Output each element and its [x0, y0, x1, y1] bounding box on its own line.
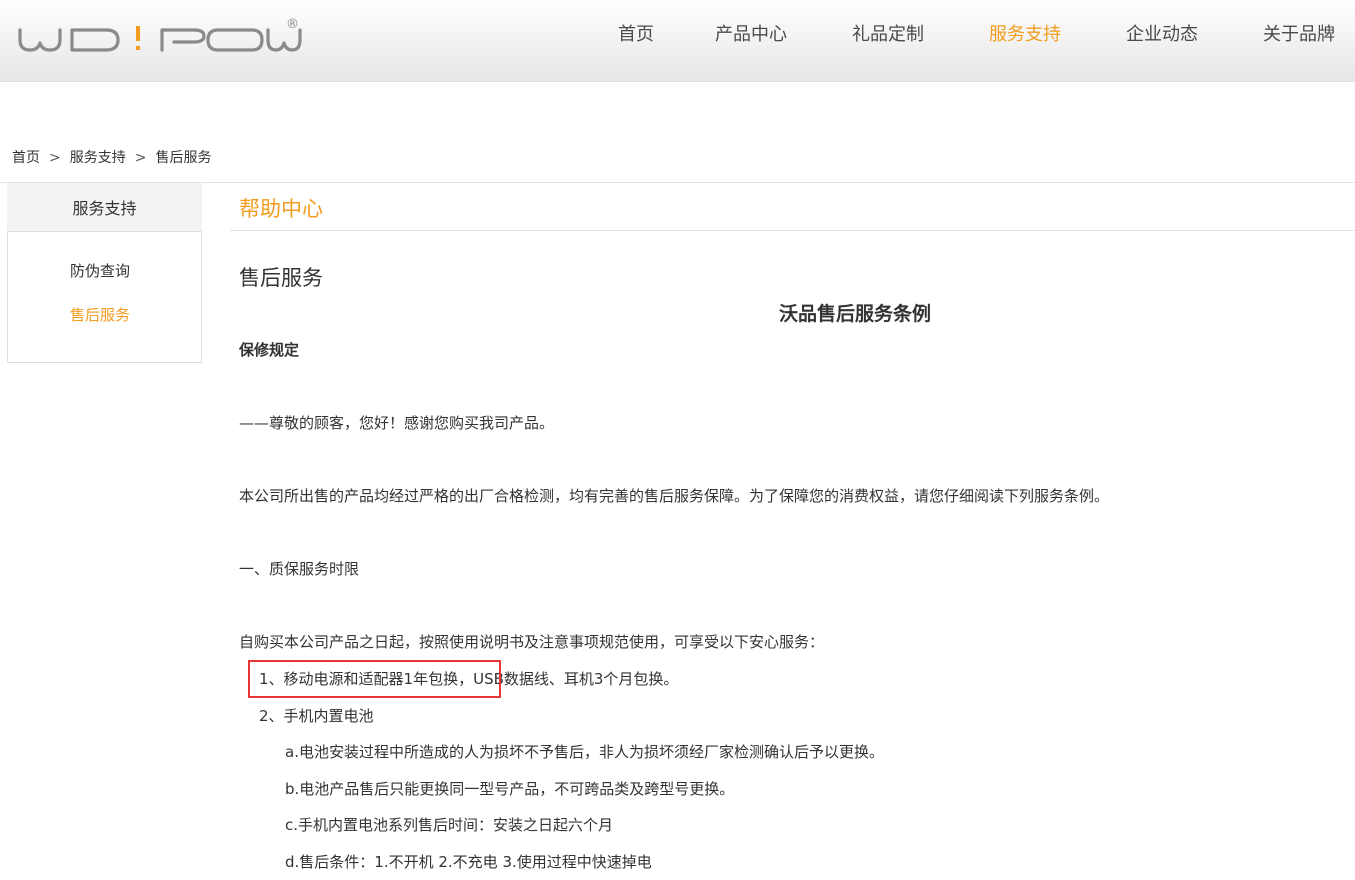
nav-service-support[interactable]: 服务支持: [989, 20, 1061, 46]
nav-home[interactable]: 首页: [618, 20, 654, 46]
breadcrumb: 首页 > 服务支持 > 售后服务: [12, 147, 211, 167]
sub-item-d: d.售后条件：1.不开机 2.不充电 3.使用过程中快速掉电: [285, 853, 652, 871]
nav-gift-customization[interactable]: 礼品定制: [852, 20, 924, 46]
sub-item-a: a.电池安装过程中所造成的人为损坏不予售后，非人为损坏须经厂家检测确认后予以更换…: [285, 743, 884, 761]
sidebar-title: 服务支持: [7, 183, 202, 231]
warranty-intro: 自购买本公司产品之日起，按照使用说明书及注意事项规范使用，可享受以下安心服务：: [239, 633, 825, 651]
sidebar-title-label: 服务支持: [72, 199, 137, 218]
nav-company-news[interactable]: 企业动态: [1126, 20, 1198, 46]
sub-item-c: c.手机内置电池系列售后时间：安装之日起六个月: [285, 816, 614, 834]
breadcrumb-service-support[interactable]: 服务支持: [70, 150, 126, 166]
sidebar-menu: 防伪查询 售后服务: [7, 231, 202, 363]
document-title: 沃品售后服务条例: [779, 303, 932, 325]
breadcrumb-current: 售后服务: [155, 150, 212, 166]
nav-about-brand[interactable]: 关于品牌: [1263, 20, 1335, 46]
intro-paragraph: 本公司所出售的产品均经过严格的出厂合格检测，均有完善的售后服务保障。为了保障您的…: [239, 487, 1110, 505]
breadcrumb-separator: >: [49, 150, 61, 166]
breadcrumb-separator: >: [134, 150, 147, 166]
sub-item-b: b.电池产品售后只能更换同一型号产品，不可跨品类及跨型号更换。: [285, 780, 735, 798]
breadcrumb-home[interactable]: 首页: [12, 150, 40, 166]
section-heading: 保修规定: [239, 341, 300, 359]
page-title: 售后服务: [239, 266, 323, 290]
sidebar-item-anti-counterfeit[interactable]: 防伪查询: [70, 260, 130, 281]
breadcrumb-divider: [0, 182, 1355, 183]
nav-products[interactable]: 产品中心: [715, 20, 787, 46]
sidebar-item-after-sales[interactable]: 售后服务: [70, 304, 130, 325]
list-item-battery: 2、手机内置电池: [259, 707, 374, 725]
highlight-annotation-box: [248, 660, 501, 698]
help-center-divider: [230, 230, 1355, 231]
warranty-heading: 一、质保服务时限: [239, 560, 360, 578]
main-nav: 首页 产品中心 礼品定制 服务支持 企业动态 关于品牌: [0, 20, 1355, 46]
top-navigation-bar: ® 首页 产品中心 礼品定制 服务支持 企业动态 关于品牌: [0, 0, 1355, 82]
help-center-title: 帮助中心: [239, 197, 323, 221]
greeting-text: ——尊敬的顾客，您好！感谢您购买我司产品。: [239, 414, 555, 432]
